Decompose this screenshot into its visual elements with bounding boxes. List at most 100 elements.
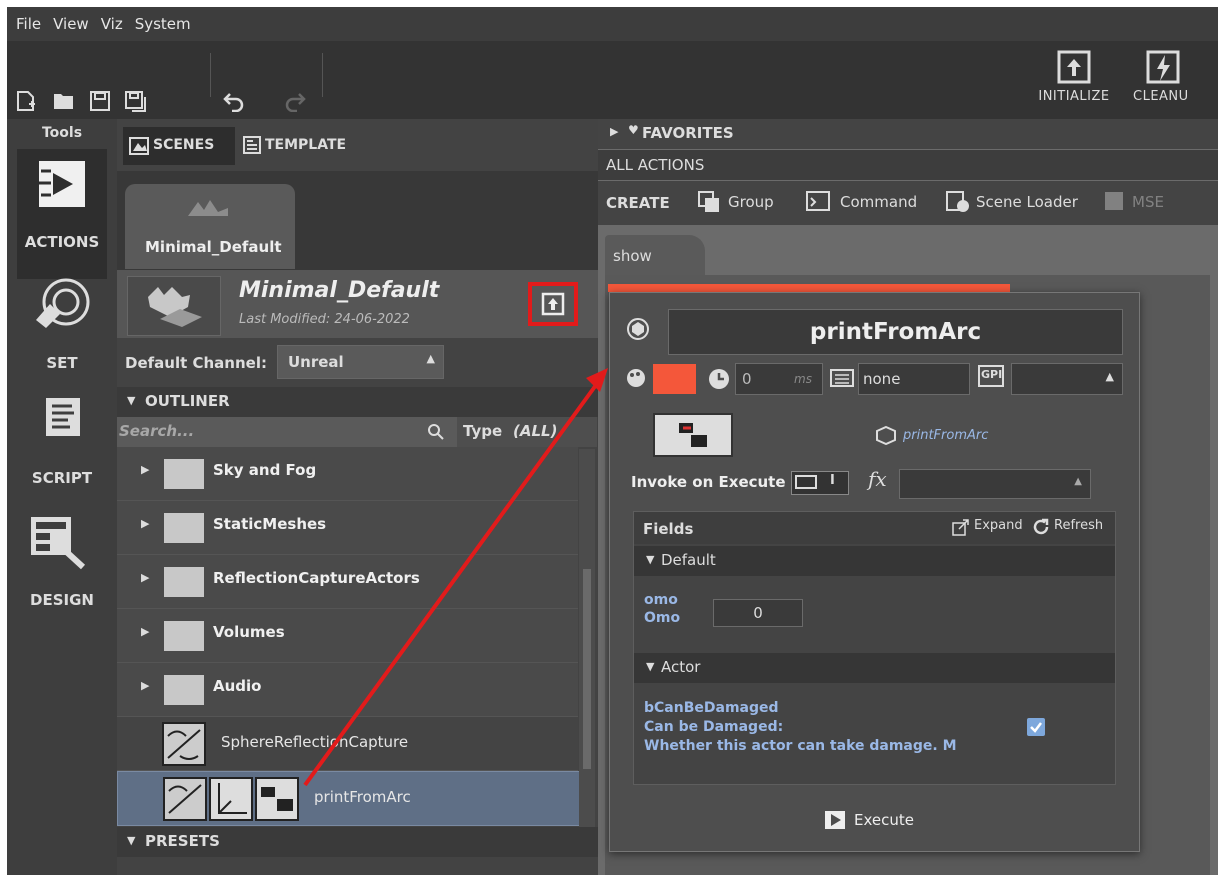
collapse-arrow-icon: ▼ bbox=[127, 834, 136, 847]
expand-icon bbox=[952, 519, 969, 536]
list-item[interactable]: ▶ ReflectionCaptureActors bbox=[117, 555, 578, 609]
omo-input[interactable]: 0 bbox=[713, 599, 803, 627]
scene-thumbnail bbox=[127, 276, 221, 336]
cleanup-button[interactable]: CLEANU bbox=[1133, 49, 1218, 104]
gpi-label: GPI bbox=[981, 368, 1003, 381]
new-file-icon[interactable] bbox=[15, 90, 37, 112]
list-item[interactable]: ▶ StaticMeshes bbox=[117, 501, 578, 555]
redo-icon[interactable] bbox=[283, 90, 307, 112]
default-channel-select[interactable]: Unreal ▲ bbox=[277, 345, 444, 379]
group-label: Group bbox=[728, 193, 774, 211]
initialize-scene-button[interactable] bbox=[528, 282, 578, 326]
save-all-icon[interactable] bbox=[124, 89, 148, 113]
cleanup-icon bbox=[1146, 50, 1180, 84]
list-item-label: ReflectionCaptureActors bbox=[213, 569, 420, 587]
create-group-button[interactable]: Group bbox=[698, 189, 788, 217]
expand-label: Expand bbox=[974, 518, 1023, 533]
gpi-select[interactable]: ▲ bbox=[1011, 363, 1123, 395]
action-title-field[interactable]: printFromArc bbox=[668, 309, 1123, 355]
group-actor-label: Actor bbox=[661, 658, 701, 676]
palette-icon bbox=[627, 369, 645, 387]
outliner-search[interactable]: Search... bbox=[117, 417, 457, 447]
folder-icon bbox=[164, 567, 204, 597]
action-color-strip bbox=[608, 284, 1010, 292]
reflection-capture-icon bbox=[163, 777, 207, 821]
omo-field-name: omo bbox=[644, 592, 678, 608]
type-filter-label: Type bbox=[463, 422, 503, 440]
execute-button[interactable]: Execute bbox=[824, 808, 924, 834]
tab-show-label: show bbox=[613, 247, 652, 265]
bcan-field-description: Whether this actor can take damage. M bbox=[644, 738, 957, 754]
collapse-arrow-icon: ▼ bbox=[127, 394, 136, 407]
list-item[interactable]: SphereReflectionCapture bbox=[117, 717, 578, 771]
delay-field[interactable]: 0 ms bbox=[735, 363, 823, 395]
create-scene-loader-button[interactable]: Scene Loader bbox=[946, 189, 1086, 217]
menu-viz[interactable]: Viz bbox=[101, 15, 123, 33]
action-type-button[interactable] bbox=[653, 413, 733, 457]
create-command-button[interactable]: Command bbox=[806, 189, 926, 217]
expand-button[interactable]: Expand bbox=[952, 516, 1024, 538]
scene-info: Minimal_Default Last Modified: 24-06-202… bbox=[117, 270, 598, 338]
list-item-selected[interactable]: printFromArc bbox=[117, 771, 580, 826]
tab-template-label: TEMPLATE bbox=[265, 137, 347, 153]
collapse-arrow-icon: ▼ bbox=[646, 660, 655, 673]
invoke-toggle[interactable]: I bbox=[791, 471, 849, 495]
menu-system[interactable]: System bbox=[135, 15, 191, 33]
group-actor-header[interactable]: ▼ Actor bbox=[634, 653, 1115, 683]
initialize-button[interactable]: INITIALIZE bbox=[1029, 49, 1119, 104]
open-folder-icon[interactable] bbox=[53, 91, 75, 111]
create-bar: CREATE Group Command Scene Loader MSE bbox=[598, 181, 1218, 225]
tool-actions[interactable]: ACTIONS bbox=[17, 149, 107, 279]
scene-tab[interactable]: Minimal_Default bbox=[125, 184, 295, 269]
tools-panel: Tools ACTIONS SET SCRIPT DESIGN bbox=[7, 119, 117, 875]
command-label: Command bbox=[840, 193, 918, 211]
favorites-header[interactable]: ▶ ♥ FAVORITES bbox=[598, 119, 1218, 149]
toggle-state: I bbox=[830, 473, 835, 488]
outliner-header[interactable]: ▼ OUTLINER bbox=[117, 387, 598, 417]
tool-set[interactable] bbox=[32, 274, 96, 340]
select-chevron-icon: ▲ bbox=[1074, 476, 1082, 487]
initialize-scene-icon bbox=[541, 292, 565, 316]
bcan-checkbox[interactable] bbox=[1027, 718, 1045, 736]
actions-label: ACTIONS bbox=[24, 233, 100, 251]
outliner-scrollbar[interactable] bbox=[579, 449, 595, 827]
scene-model-icon bbox=[148, 287, 202, 327]
actions-icon bbox=[39, 161, 85, 207]
undo-icon[interactable] bbox=[222, 90, 246, 112]
list-item[interactable]: ▶ Volumes bbox=[117, 609, 578, 663]
default-channel-label: Default Channel: bbox=[125, 354, 267, 372]
actor-icon bbox=[876, 425, 896, 445]
refresh-button[interactable]: Refresh bbox=[1032, 516, 1112, 538]
menu-file[interactable]: File bbox=[16, 15, 41, 33]
tab-template[interactable]: TEMPLATE bbox=[241, 127, 381, 165]
design-icon[interactable] bbox=[29, 515, 91, 575]
function-select[interactable]: ▲ bbox=[899, 469, 1091, 499]
type-filter[interactable]: Type (ALL) bbox=[457, 417, 597, 447]
refresh-icon bbox=[1033, 518, 1049, 535]
initialize-label: INITIALIZE bbox=[1038, 89, 1110, 104]
scrollbar-thumb[interactable] bbox=[583, 569, 591, 769]
collapse-arrow-icon: ▼ bbox=[646, 553, 655, 566]
create-mse-button[interactable]: MSE bbox=[1104, 189, 1184, 217]
folder-icon bbox=[164, 459, 204, 489]
mse-icon bbox=[1105, 192, 1123, 210]
presets-header[interactable]: ▼ PRESETS bbox=[117, 827, 598, 857]
tab-show[interactable]: show bbox=[605, 235, 705, 275]
tab-scenes[interactable]: SCENES bbox=[123, 127, 235, 165]
scene-tab-label: Minimal_Default bbox=[145, 238, 282, 256]
group-default-label: Default bbox=[661, 551, 716, 569]
save-icon[interactable] bbox=[89, 90, 111, 112]
color-swatch[interactable] bbox=[653, 364, 696, 394]
folder-icon bbox=[164, 675, 204, 705]
toggle-knob bbox=[795, 475, 817, 489]
list-item[interactable]: ▶ Sky and Fog bbox=[117, 447, 578, 501]
script-icon[interactable] bbox=[45, 397, 81, 437]
list-item-label: Volumes bbox=[213, 623, 285, 641]
toolbar-separator bbox=[322, 53, 323, 97]
reflection-capture-icon bbox=[162, 722, 206, 766]
menu-view[interactable]: View bbox=[53, 15, 89, 33]
list-item[interactable]: ▶ Audio bbox=[117, 663, 578, 717]
scene-loader-label: Scene Loader bbox=[976, 193, 1078, 211]
trigger-field[interactable]: none bbox=[858, 363, 970, 395]
group-default-header[interactable]: ▼ Default bbox=[634, 546, 1115, 576]
